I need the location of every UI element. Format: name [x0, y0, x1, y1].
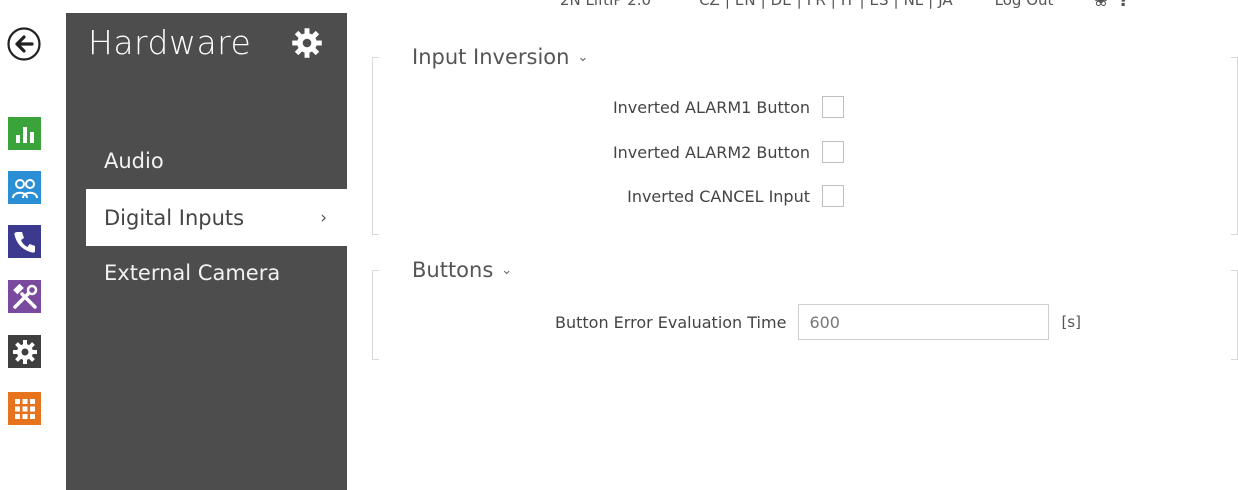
buttons-header[interactable]: Buttons ⌄ [412, 258, 519, 282]
icon-rail [0, 0, 66, 490]
bar-chart-icon [15, 126, 34, 143]
sidebar-item-label: Audio [104, 148, 164, 173]
section-title: Input Inversion [412, 45, 570, 69]
unit-label: [s] [1061, 313, 1081, 331]
language-switcher: CZ | EN | DE | FR | IT | ES | NL | JA [699, 0, 953, 9]
phone-icon [13, 231, 35, 253]
device-name: 2N LiftIP 2.0 [560, 0, 652, 9]
inverted-alarm2-checkbox[interactable] [822, 141, 844, 163]
input-inversion-header[interactable]: Input Inversion ⌄ [412, 45, 595, 69]
lang-ja[interactable]: JA [938, 0, 952, 9]
page-title: Hardware [88, 23, 252, 62]
help-icon[interactable]: ? [1119, 0, 1129, 11]
buttons-section: Buttons ⌄ Button Error Evaluation Time [… [372, 258, 1238, 360]
calls-nav-button[interactable] [8, 225, 41, 258]
chevron-right-icon: › [320, 207, 327, 228]
lang-it[interactable]: IT [841, 0, 855, 9]
lang-es[interactable]: ES [870, 0, 889, 9]
users-icon [11, 178, 38, 198]
sidebar-item-label: Digital Inputs [104, 205, 245, 230]
sidebar-item-audio[interactable]: Audio [66, 132, 347, 189]
top-bar: 2N LiftIP 2.0 CZ | EN | DE | FR | IT | ES | NL… [560, 0, 1129, 13]
section-border [1231, 270, 1238, 360]
alarm2-row: Inverted ALARM2 Button [372, 141, 844, 163]
section-border [1231, 57, 1238, 235]
back-arrow-icon[interactable] [7, 27, 41, 61]
tools-icon [12, 283, 37, 309]
directory-nav-button[interactable] [8, 171, 41, 204]
grid-icon [14, 398, 35, 419]
section-title: Buttons [412, 258, 494, 282]
inverted-alarm1-checkbox[interactable] [822, 96, 844, 118]
button-error-time-input[interactable] [798, 304, 1050, 340]
lang-de[interactable]: DE [771, 0, 792, 9]
section-border [372, 270, 379, 360]
alarm1-row: Inverted ALARM1 Button [372, 96, 844, 118]
field-label: Inverted ALARM2 Button [612, 142, 810, 162]
chevron-down-icon: ⌄ [577, 49, 589, 65]
chat-icon[interactable]: ❀ [1093, 0, 1108, 11]
lang-cz[interactable]: CZ [699, 0, 720, 9]
logout-link[interactable]: Log Out [995, 0, 1054, 9]
services-nav-button[interactable] [8, 280, 41, 313]
field-label: Inverted ALARM1 Button [612, 97, 810, 117]
lang-nl[interactable]: NL [904, 0, 924, 9]
cancel-row: Inverted CANCEL Input [372, 185, 844, 207]
field-label: Inverted CANCEL Input [627, 186, 810, 206]
chevron-down-icon: ⌄ [501, 262, 513, 278]
input-inversion-section: Input Inversion ⌄ Inverted ALARM1 Button… [372, 45, 1238, 235]
hardware-nav-button[interactable] [8, 335, 41, 368]
system-nav-button[interactable] [8, 392, 41, 425]
sidebar-item-label: External Camera [104, 260, 281, 285]
inverted-cancel-checkbox[interactable] [822, 185, 844, 207]
status-nav-button[interactable] [8, 117, 41, 150]
gear-icon [12, 339, 37, 364]
sidebar-item-digital-inputs[interactable]: Digital Inputs › [86, 189, 347, 246]
lang-en[interactable]: EN [735, 0, 756, 9]
field-label: Button Error Evaluation Time [555, 312, 787, 332]
sidebar-item-external-camera[interactable]: External Camera [66, 244, 347, 301]
button-error-time-row: Button Error Evaluation Time [s] [555, 304, 1081, 340]
gear-icon[interactable] [291, 27, 323, 59]
hardware-sidebar: Hardware Audio Digital Inputs › External… [66, 13, 347, 490]
lang-fr[interactable]: FR [807, 0, 826, 9]
